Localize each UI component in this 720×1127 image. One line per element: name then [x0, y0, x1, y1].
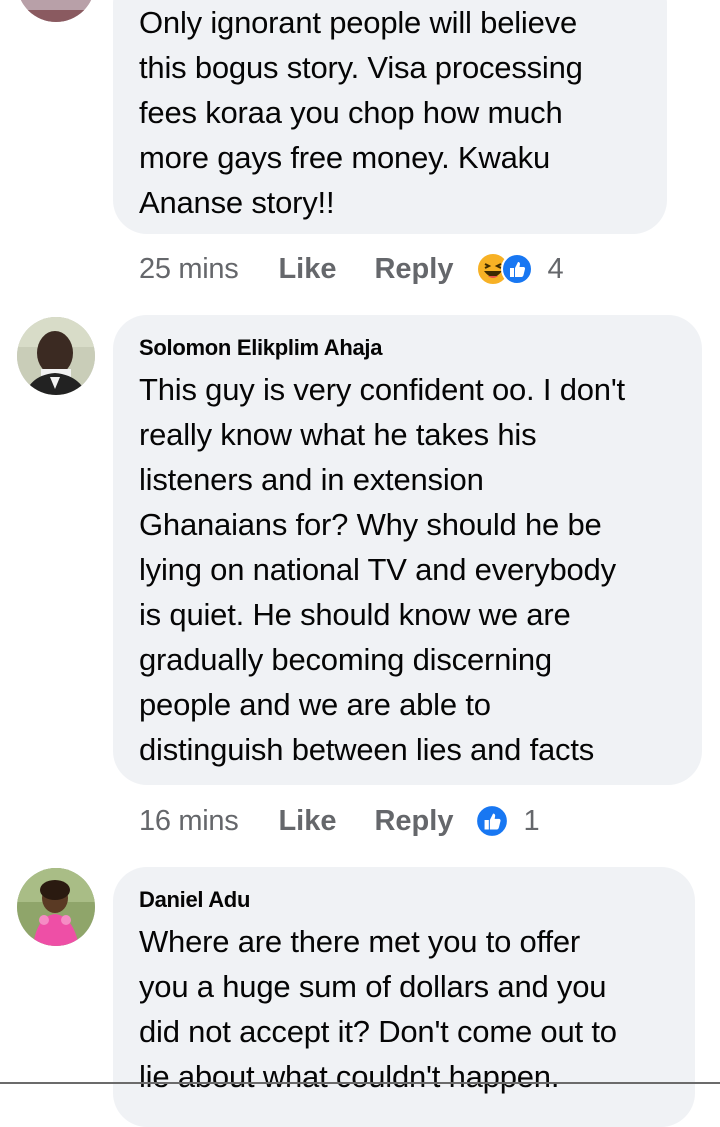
avatar-image: [17, 317, 95, 395]
comment-meta: 25 mins Like Reply 4: [139, 249, 564, 289]
comment-meta: 16 mins Like Reply 1: [139, 801, 540, 841]
reply-button[interactable]: Reply: [374, 805, 453, 838]
comment-text-line: is quiet. He should know we are: [139, 597, 571, 632]
comment-text-line: This guy is very confident oo. I don't: [139, 372, 625, 407]
comment-timestamp: 16 mins: [139, 804, 239, 837]
comment-text-line: lying on national TV and everybody: [139, 552, 616, 587]
comment-text-line: really know what he takes his: [139, 417, 537, 452]
comment-text-line: Where are there met you to offer: [139, 924, 581, 959]
avatar-image: [17, 868, 95, 946]
like-button[interactable]: Like: [278, 805, 336, 838]
comment-text-line: gradually becoming discerning: [139, 642, 552, 677]
comment-text-line: did not accept it? Don't come out to: [139, 1014, 617, 1049]
comment-text-line: Only ignorant people will believe: [139, 5, 577, 40]
comment-bubble: Daniel Adu Where are there met you to of…: [113, 867, 695, 1127]
comment-timestamp: 25 mins: [139, 252, 239, 285]
comment-author-name[interactable]: Daniel Adu: [139, 887, 669, 913]
comment-text: Where are there met you to offer you a h…: [139, 919, 669, 1099]
comment-text-line: fees koraa you chop how much: [139, 95, 563, 130]
comment-bubble: Solomon Elikplim Ahaja This guy is very …: [113, 315, 702, 785]
comment-text-line: Ghanaians for? Why should he be: [139, 507, 602, 542]
avatar-image: [17, 0, 95, 22]
avatar[interactable]: [17, 0, 95, 22]
comment-text-line: more gays free money. Kwaku: [139, 140, 550, 175]
reaction-count: 1: [523, 804, 540, 837]
comment-text-line: lie about what couldn't happen.: [139, 1059, 560, 1094]
reaction-count: 4: [547, 252, 564, 285]
screen-bottom-divider: [0, 1082, 720, 1084]
comment-text: Only ignorant people will believe this b…: [139, 0, 641, 225]
like-button[interactable]: Like: [278, 253, 336, 286]
avatar[interactable]: [17, 317, 95, 395]
comment-text: This guy is very confident oo. I don't r…: [139, 367, 676, 772]
comment-bubble: Only ignorant people will believe this b…: [113, 0, 667, 234]
comment-text-line: Ananse story!!: [139, 185, 335, 220]
reaction-summary[interactable]: 4: [475, 251, 564, 287]
comment-author-name[interactable]: Solomon Elikplim Ahaja: [139, 335, 676, 361]
reply-button[interactable]: Reply: [374, 253, 453, 286]
comment-text-line: you a huge sum of dollars and you: [139, 969, 607, 1004]
reaction-summary[interactable]: 1: [475, 804, 540, 838]
like-icon: [475, 804, 510, 838]
avatar[interactable]: [17, 868, 95, 946]
comment-text-line: this bogus story. Visa processing: [139, 50, 583, 85]
comment-text-line: distinguish between lies and facts: [139, 732, 595, 767]
comment-text-line: people and we are able to: [139, 687, 491, 722]
comment-text-line: listeners and in extension: [139, 462, 484, 497]
like-icon: [501, 253, 534, 285]
